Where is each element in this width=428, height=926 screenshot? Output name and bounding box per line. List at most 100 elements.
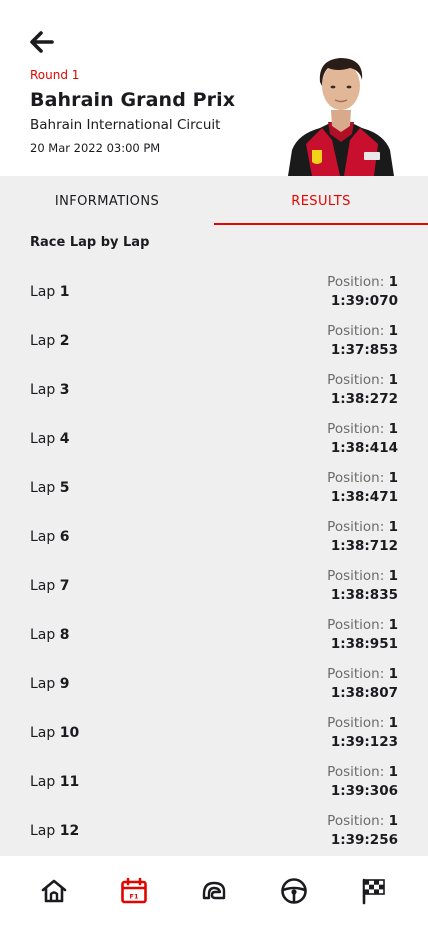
lap-result: Position: 1 1:37:853 (327, 322, 398, 360)
lap-label: Lap 8 (30, 627, 69, 643)
lap-row: Lap 1 Position: 1 1:39:070 (0, 267, 428, 316)
position-label: Position: (327, 813, 385, 829)
checkered-flag-icon (362, 878, 385, 905)
lap-row: Lap 2 Position: 1 1:37:853 (0, 316, 428, 365)
nav-circuits[interactable] (194, 871, 234, 911)
tab-informations[interactable]: INFORMATIONS (0, 176, 214, 226)
position-label: Position: (327, 323, 385, 339)
lap-time: 1:38:835 (330, 587, 398, 603)
position-label: Position: (327, 421, 385, 437)
nav-calendar[interactable]: F1 (114, 871, 154, 911)
lap-number: 1 (59, 284, 70, 300)
lap-row: Lap 12 Position: 1 1:39:256 (0, 806, 428, 855)
results-panel[interactable]: Race Lap by Lap Lap 1 Position: 1 1:39:070… (0, 226, 428, 856)
position-value: 1 (388, 813, 398, 829)
position-value: 1 (388, 519, 398, 535)
lap-position: Position: 1 (327, 714, 398, 732)
section-title: Race Lap by Lap (30, 235, 150, 250)
lap-prefix: Lap (30, 382, 56, 398)
nav-home[interactable] (34, 871, 74, 911)
lap-prefix: Lap (30, 725, 56, 741)
lap-label: Lap 2 (30, 333, 69, 349)
lap-position: Position: 1 (327, 322, 398, 340)
position-label: Position: (327, 568, 385, 584)
lap-time: 1:38:951 (330, 636, 398, 652)
position-label: Position: (327, 274, 385, 290)
lap-result: Position: 1 1:39:306 (327, 763, 398, 801)
calendar-f1-icon: F1 (121, 877, 147, 904)
lap-prefix: Lap (30, 284, 56, 300)
lap-row: Lap 11 Position: 1 1:39:306 (0, 757, 428, 806)
lap-position: Position: 1 (327, 812, 398, 830)
lap-prefix: Lap (30, 529, 56, 545)
position-value: 1 (388, 421, 398, 437)
lap-result: Position: 1 1:38:951 (327, 616, 398, 654)
lap-result: Position: 1 1:38:807 (327, 665, 398, 703)
lap-time: 1:38:471 (330, 489, 398, 505)
lap-row: Lap 5 Position: 1 1:38:471 (0, 463, 428, 512)
lap-time: 1:38:272 (330, 391, 398, 407)
lap-result: Position: 1 1:38:835 (327, 567, 398, 605)
lap-number: 7 (59, 578, 70, 594)
bottom-nav: F1 (0, 856, 428, 926)
lap-time: 1:39:123 (330, 734, 398, 750)
nav-drivers[interactable] (274, 871, 314, 911)
lap-position: Position: 1 (327, 567, 398, 585)
tab-results[interactable]: RESULTS (214, 176, 428, 226)
lap-position: Position: 1 (327, 420, 398, 438)
lap-position: Position: 1 (327, 665, 398, 683)
position-value: 1 (388, 568, 398, 584)
position-label: Position: (327, 372, 385, 388)
lap-position: Position: 1 (327, 763, 398, 781)
lap-number: 6 (59, 529, 70, 545)
lap-prefix: Lap (30, 431, 56, 447)
position-label: Position: (327, 470, 385, 486)
lap-row: Lap 9 Position: 1 1:38:807 (0, 659, 428, 708)
lap-time: 1:39:256 (330, 832, 398, 848)
lap-position: Position: 1 (327, 469, 398, 487)
lap-prefix: Lap (30, 823, 56, 839)
position-label: Position: (327, 519, 385, 535)
steering-wheel-icon (281, 878, 307, 904)
lap-time: 1:38:414 (330, 440, 398, 456)
lap-time: 1:38:807 (330, 685, 398, 701)
lap-time: 1:37:853 (330, 342, 398, 358)
lap-number: 11 (59, 774, 80, 790)
lap-result: Position: 1 1:38:471 (327, 469, 398, 507)
lap-time: 1:38:712 (330, 538, 398, 554)
driver-portrait (288, 58, 394, 176)
lap-number: 2 (59, 333, 70, 349)
race-title: Bahrain Grand Prix (30, 89, 236, 111)
position-value: 1 (388, 715, 398, 731)
position-value: 1 (388, 274, 398, 290)
nav-results[interactable] (354, 871, 394, 911)
position-value: 1 (388, 323, 398, 339)
arrow-left-icon (30, 31, 54, 53)
lap-number: 5 (59, 480, 70, 496)
back-button[interactable] (26, 26, 58, 58)
position-value: 1 (388, 372, 398, 388)
position-label: Position: (327, 617, 385, 633)
lap-number: 9 (59, 676, 70, 692)
lap-number: 4 (59, 431, 70, 447)
lap-position: Position: 1 (327, 616, 398, 634)
lap-result: Position: 1 1:38:414 (327, 420, 398, 458)
lap-result: Position: 1 1:38:712 (327, 518, 398, 556)
position-value: 1 (388, 666, 398, 682)
position-label: Position: (327, 666, 385, 682)
lap-number: 3 (59, 382, 70, 398)
lap-row: Lap 7 Position: 1 1:38:835 (0, 561, 428, 610)
circuit-name: Bahrain International Circuit (30, 117, 221, 133)
lap-row: Lap 8 Position: 1 1:38:951 (0, 610, 428, 659)
lap-time: 1:39:070 (330, 293, 398, 309)
lap-label: Lap 11 (30, 774, 79, 790)
lap-result: Position: 1 1:38:272 (327, 371, 398, 409)
lap-label: Lap 1 (30, 284, 69, 300)
lap-result: Position: 1 1:39:256 (327, 812, 398, 850)
lap-label: Lap 7 (30, 578, 69, 594)
lap-row: Lap 3 Position: 1 1:38:272 (0, 365, 428, 414)
lap-result: Position: 1 1:39:070 (327, 273, 398, 311)
lap-label: Lap 10 (30, 725, 79, 741)
tab-bar: INFORMATIONS RESULTS (0, 176, 428, 226)
home-icon (41, 879, 67, 903)
